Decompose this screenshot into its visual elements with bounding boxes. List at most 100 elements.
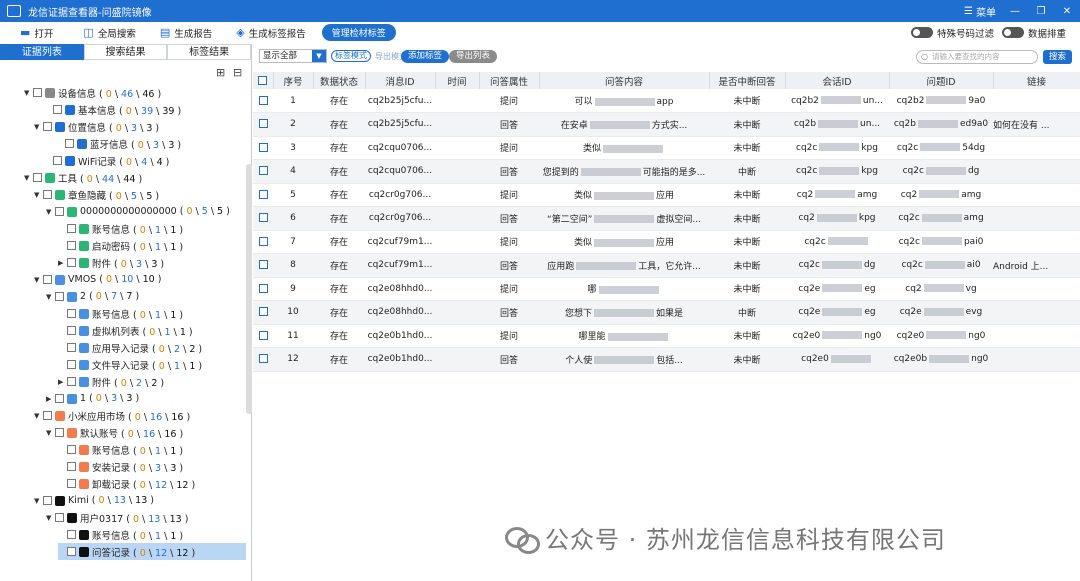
tree-node[interactable]: ▼ 位置信息 ( 0 \ 3 \ 3 )	[34, 118, 159, 135]
tree-checkbox[interactable]	[67, 258, 76, 267]
row-checkbox[interactable]	[253, 183, 273, 207]
tree-scrollbar[interactable]	[246, 164, 252, 414]
row-checkbox[interactable]	[253, 277, 273, 301]
expand-arrow-icon[interactable]: ▶	[46, 395, 55, 403]
expand-arrow-icon[interactable]: ▼	[34, 276, 43, 284]
tree-node[interactable]: 账号信息 ( 0 \ 1 \ 1 )	[58, 305, 183, 322]
expand-arrow-icon[interactable]: ▼	[24, 89, 33, 97]
generate-tag-report-button[interactable]: ◈ 生成标签报告	[236, 26, 305, 40]
row-checkbox[interactable]	[253, 347, 273, 372]
tree-node[interactable]: ▼ 默认账号 ( 0 \ 16 \ 16 )	[46, 424, 183, 441]
tree-checkbox[interactable]	[53, 156, 62, 165]
col-header[interactable]: 是否中断回答	[709, 72, 786, 89]
search-button[interactable]: 搜索	[1043, 50, 1073, 64]
row-checkbox[interactable]	[253, 89, 273, 113]
tree-checkbox[interactable]	[67, 360, 76, 369]
tree-node[interactable]: ▼ 用户0317 ( 0 \ 13 \ 13 )	[46, 509, 188, 526]
row-checkbox[interactable]	[253, 136, 273, 160]
tree-checkbox[interactable]	[67, 462, 76, 471]
collapse-all-icon[interactable]: ⊟	[233, 66, 242, 79]
tag-mode-option[interactable]: 标签模式	[331, 50, 371, 62]
tree-node[interactable]: ▼ 2 ( 0 \ 7 \ 7 )	[46, 288, 139, 305]
col-header[interactable]: 问答属性	[479, 72, 540, 89]
table-row[interactable]: 4 存在 cq2cqu0706... 回答 您提到的 可能指的是多... 中断 cq2c kpg…	[253, 159, 1080, 184]
tab-evidence-list[interactable]: 证据列表	[0, 44, 84, 60]
tree-node[interactable]: ▼ Kimi ( 0 \ 13 \ 13 )	[34, 492, 154, 509]
tree-node[interactable]: ▶ 附件 ( 0 \ 2 \ 2 )	[58, 373, 164, 390]
tree-checkbox[interactable]	[67, 343, 76, 352]
tree-checkbox[interactable]	[55, 428, 64, 437]
tree-checkbox[interactable]	[55, 513, 64, 522]
tree-node[interactable]: 启动密码 ( 0 \ 1 \ 1 )	[58, 237, 183, 254]
export-list-button[interactable]: 导出列表	[449, 50, 498, 63]
tree-checkbox[interactable]	[55, 292, 64, 301]
tree-node[interactable]: 文件导入记录 ( 0 \ 1 \ 1 )	[58, 356, 202, 373]
table-row[interactable]: 11 存在 cq2e0b1hd0... 提问 哪里能 未中断 cq2e0 ng0 cq2e0 ng…	[253, 324, 1080, 348]
tree-node[interactable]: ▶ 附件 ( 0 \ 3 \ 3 )	[58, 254, 164, 271]
expand-arrow-icon[interactable]: ▶	[58, 259, 67, 267]
tree-node[interactable]: 应用导入记录 ( 0 \ 2 \ 2 )	[58, 339, 202, 356]
tree-node[interactable]: ▼ 小米应用市场 ( 0 \ 16 \ 16 )	[34, 407, 190, 424]
tree-checkbox[interactable]	[43, 122, 52, 131]
menu-icon[interactable]: ☰	[964, 6, 973, 17]
row-checkbox[interactable]	[253, 159, 273, 184]
search-input[interactable]: 请输入要查找的内容	[916, 50, 1038, 64]
tree-node[interactable]: 账号信息 ( 0 \ 1 \ 1 )	[58, 441, 183, 458]
tree-node[interactable]: ▶ 1 ( 0 \ 3 \ 3 )	[46, 390, 139, 407]
col-header[interactable]: 消息ID	[365, 72, 436, 89]
restore-button[interactable]: ❐	[1028, 6, 1054, 17]
table-row[interactable]: 5 存在 cq2cr0g706... 提问 类似 应用 未中断 cq2 amg cq2 amg	[253, 183, 1080, 207]
tree-node[interactable]: 账号信息 ( 0 \ 1 \ 1 )	[58, 220, 183, 237]
tree-node[interactable]: ▼ 工具 ( 0 \ 44 \ 44 )	[24, 169, 142, 186]
table-row[interactable]: 8 存在 cq2cuf79m1... 回答 应用跑 工具，它允许... 未中断 cq2c dg c…	[253, 253, 1080, 278]
tree-checkbox[interactable]	[33, 88, 42, 97]
tree-checkbox[interactable]	[55, 207, 64, 216]
col-header[interactable]: 问题ID	[889, 72, 994, 89]
add-tag-button[interactable]: 添加标签	[401, 50, 450, 63]
col-header[interactable]: 问答内容	[539, 72, 710, 89]
tree-node[interactable]: 卸载记录 ( 0 \ 12 \ 12 )	[58, 475, 195, 492]
expand-arrow-icon[interactable]: ▼	[34, 412, 43, 420]
tree-node[interactable]: 账号信息 ( 0 \ 1 \ 1 )	[58, 526, 183, 543]
tree-checkbox[interactable]	[67, 309, 76, 318]
tree-checkbox[interactable]	[67, 547, 76, 556]
tree-node[interactable]: 蓝牙信息 ( 0 \ 3 \ 3 )	[56, 135, 181, 152]
tab-tag-results[interactable]: 标签结果	[167, 44, 252, 60]
select-all-checkbox[interactable]	[253, 72, 274, 89]
col-header[interactable]: 链接	[993, 72, 1080, 89]
col-header[interactable]: 会话ID	[785, 72, 890, 89]
tree-node[interactable]: 问答记录 ( 0 \ 12 \ 12 )	[58, 543, 246, 560]
row-checkbox[interactable]	[253, 206, 273, 231]
row-checkbox[interactable]	[253, 300, 273, 325]
tree-node[interactable]: WiFi记录 ( 0 \ 4 \ 4 )	[44, 152, 169, 169]
tree-checkbox[interactable]	[53, 105, 62, 114]
table-row[interactable]: 3 存在 cq2cqu0706... 提问 类似 未中断 cq2c kpg cq2c 54dg	[253, 136, 1080, 160]
row-checkbox[interactable]	[253, 230, 273, 254]
table-row[interactable]: 10 存在 cq2e08hhd0... 回答 您想下 如果是 中断 cq2e eg cq2e evg	[253, 300, 1080, 325]
data-sort-toggle[interactable]	[1001, 27, 1024, 38]
col-header[interactable]: 数据状态	[313, 72, 366, 89]
expand-arrow-icon[interactable]: ▼	[46, 293, 55, 301]
table-row[interactable]: 6 存在 cq2cr0g706... 回答 “第二空间” 虚拟空间... 未中断 cq2 kpg…	[253, 206, 1080, 231]
tree-node[interactable]: ▼ 章鱼隐藏 ( 0 \ 5 \ 5 )	[34, 186, 159, 203]
mode-switch[interactable]: 标签模式 导出模式	[331, 50, 407, 62]
tree-checkbox[interactable]	[67, 241, 76, 250]
tree-node[interactable]: 虚拟机列表 ( 0 \ 1 \ 1 )	[58, 322, 193, 339]
tree-checkbox[interactable]	[67, 479, 76, 488]
col-header[interactable]: 序号	[273, 72, 314, 89]
tree-checkbox[interactable]	[67, 326, 76, 335]
row-checkbox[interactable]	[253, 324, 273, 348]
expand-arrow-icon[interactable]: ▼	[34, 497, 43, 505]
global-search-button[interactable]: ◫ 全局搜索	[83, 26, 135, 40]
row-checkbox[interactable]	[253, 112, 273, 137]
table-row[interactable]: 9 存在 cq2e08hhd0... 提问哪未中断 cq2e eg cq2 vg	[253, 277, 1080, 301]
expand-arrow-icon[interactable]: ▼	[46, 208, 55, 216]
tree-checkbox[interactable]	[43, 411, 52, 420]
expand-arrow-icon[interactable]: ▼	[24, 174, 33, 182]
col-header[interactable]: 时间	[435, 72, 480, 89]
tree-node[interactable]: ▼ VMOS ( 0 \ 10 \ 10 )	[34, 271, 161, 288]
table-row[interactable]: 12 存在 cq2e0b1hd0... 回答 个人使 包括... 未中断 cq2e0 cq2e0…	[253, 347, 1080, 372]
tree-checkbox[interactable]	[33, 173, 42, 182]
generate-report-button[interactable]: ▤ 生成报告	[160, 26, 212, 40]
minimize-button[interactable]: —	[1002, 6, 1028, 17]
